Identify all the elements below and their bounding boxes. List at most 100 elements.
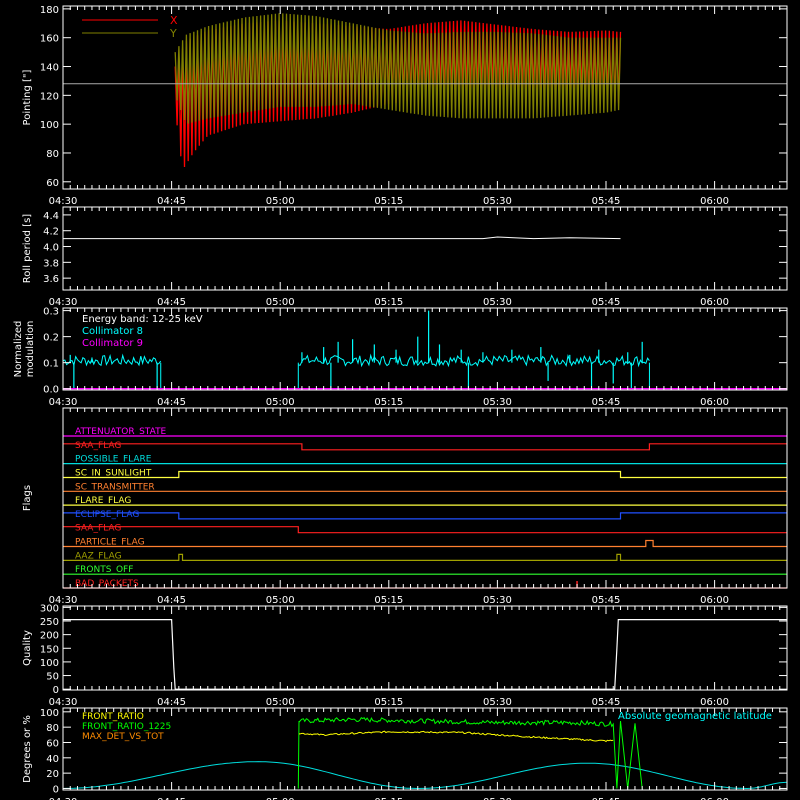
roll-period-axes: 04:30 04:45 05:00 05:15 05:30 05:45 06:003.63.… <box>43 207 788 308</box>
time-tick-label: 05:45 <box>592 595 621 606</box>
y-tick-label: 250 <box>40 617 59 628</box>
time-tick-label: 05:15 <box>374 297 403 308</box>
collimator-8-series <box>62 353 162 367</box>
time-tick-label: 06:00 <box>700 697 729 708</box>
time-tick-label: 06:00 <box>700 397 729 408</box>
time-tick-label: 05:00 <box>266 397 295 408</box>
legend-front-ratio-1225: FRONT_RATIO_1225 <box>82 722 171 732</box>
y-tick-label: 150 <box>40 644 59 655</box>
modulation-panel: 04:30 04:45 05:00 05:15 05:30 05:45 06:00 0.0 0.… <box>13 307 788 408</box>
time-tick-label: 04:45 <box>157 297 186 308</box>
y-tick-label: 80 <box>46 149 59 160</box>
time-tick-label: 05:45 <box>592 196 621 207</box>
modulation-y-label: Normalizedmodulation <box>13 321 36 378</box>
quality-series <box>63 618 787 690</box>
time-tick-label: 05:30 <box>483 595 512 606</box>
y-tick-label: 20 <box>46 769 59 780</box>
flag-label: FLARE_FLAG <box>75 496 131 506</box>
time-tick-label: 05:15 <box>374 595 403 606</box>
flag-label: PARTICLE_FLAG <box>75 538 145 548</box>
y-tick-label: 100 <box>40 120 59 131</box>
y-tick-label: 4.0 <box>43 243 59 254</box>
roll-period-panel: 04:30 04:45 05:00 05:15 05:30 05:45 06:003.63.… <box>22 206 788 308</box>
flag-line <box>63 470 787 479</box>
y-tick-label: 0.2 <box>43 333 59 344</box>
time-tick-label: 04:45 <box>157 397 186 408</box>
flag-label: SC_TRANSMITTER <box>75 482 155 492</box>
roll-period-plot-area <box>63 236 621 240</box>
pointing-panel: 04:30 04:45 05:00 05:15 05:30 05:45 06:00 60 80 1… <box>22 5 788 207</box>
roll-period-y-label: Roll period [s] <box>22 214 33 283</box>
geomagnetic-latitude-annotation: Absolute geomagnetic latitude <box>618 711 772 722</box>
roll-period-frame <box>62 206 788 291</box>
flag-label: SC_IN_SUNLIGHT <box>75 468 152 478</box>
flag-label: FRONTS_OFF <box>75 565 133 575</box>
y-tick-label: 0.3 <box>43 307 59 318</box>
quality-plot-area <box>63 618 787 690</box>
flags-y-label: Flags <box>22 485 33 511</box>
time-tick-label: 05:15 <box>374 196 403 207</box>
flag-line <box>63 553 787 561</box>
time-tick-label: 05:30 <box>483 697 512 708</box>
time-tick-label: 05:00 <box>266 196 295 207</box>
flag-label: ATTENUATOR_STATE <box>75 427 167 437</box>
legend-x-label: X <box>170 14 178 27</box>
y-tick-label: 300 <box>40 603 59 614</box>
flag-line <box>63 512 787 520</box>
y-tick-label: 100 <box>40 658 59 669</box>
time-tick-label: 06:00 <box>700 595 729 606</box>
time-tick-label: 05:00 <box>266 697 295 708</box>
flag-label: SAA_FLAG <box>75 441 121 451</box>
legend-collimator-9: Collimator 9 <box>82 338 143 349</box>
flag-line <box>63 443 787 451</box>
time-tick-label: 06:00 <box>700 196 729 207</box>
flags-plot-area: ATTENUATOR_STATE SAA_FLAG POSSIBLE_FLARE SC… <box>63 427 787 589</box>
flag-label: SAA_FLAG <box>75 524 121 534</box>
time-tick-label: 05:45 <box>592 697 621 708</box>
y-tick-label: 180 <box>40 5 59 16</box>
flag-label: AAZ_FLAG <box>75 551 122 561</box>
legend-max-det-vs-tot: MAX_DET_VS_TOT <box>82 732 164 742</box>
legend-energy-band: Energy band: 12-25 keV <box>82 314 203 325</box>
time-tick-label: 04:45 <box>157 697 186 708</box>
time-tick-label: 05:15 <box>374 397 403 408</box>
y-tick-label: 4.2 <box>43 227 59 238</box>
y-tick-label: 4.4 <box>43 211 59 222</box>
pointing-legend: X Y <box>82 14 178 40</box>
y-tick-label: 3.8 <box>43 258 59 269</box>
y-tick-label: 140 <box>40 63 59 74</box>
legend-front-ratio: FRONT_RATIO <box>82 712 144 722</box>
time-tick-label: 05:45 <box>592 297 621 308</box>
time-tick-label: 04:45 <box>157 595 186 606</box>
time-tick-label: 04:45 <box>157 196 186 207</box>
y-tick-label: 200 <box>40 631 59 642</box>
modulation-legend: Energy band: 12-25 keV Collimator 8 Coll… <box>82 314 203 349</box>
y-tick-label: 0.0 <box>43 385 59 396</box>
y-tick-label: 3.6 <box>43 274 59 285</box>
y-label-line: Normalized <box>13 321 24 378</box>
y-tick-label: 80 <box>46 723 59 734</box>
y-tick-label: 0.1 <box>43 359 59 370</box>
plot-canvas: 04:30 04:45 05:00 05:15 05:30 05:45 06:00 60 80 1… <box>13 5 788 800</box>
quality-panel: 04:30 04:45 05:00 05:15 05:30 05:45 06:00 0 50 10… <box>22 603 788 708</box>
y-tick-label: 160 <box>40 34 59 45</box>
time-tick-label: 05:00 <box>266 297 295 308</box>
quality-y-label: Quality <box>22 630 33 666</box>
flag-line <box>63 539 787 548</box>
time-tick-label: 05:30 <box>483 297 512 308</box>
time-tick-label: 05:45 <box>592 397 621 408</box>
legend-y-label: Y <box>169 27 177 40</box>
y-tick-label: 0 <box>53 685 59 696</box>
y-tick-label: 0 <box>53 784 59 795</box>
flags-axes: 04:30 04:45 05:00 05:15 05:30 05:45 06:00 <box>49 408 788 606</box>
y-tick-label: 60 <box>46 738 59 749</box>
y-tick-label: 40 <box>46 754 59 765</box>
y-label-line: modulation <box>25 321 36 378</box>
ratios-legend: FRONT_RATIO FRONT_RATIO_1225 MAX_DET_VS_… <box>82 711 772 742</box>
ratios-panel: 04:3004:4505:0005:1505:3005:4506:0002040… <box>22 707 788 800</box>
y-tick-label: 100 <box>40 708 59 719</box>
time-tick-label: 05:30 <box>483 196 512 207</box>
time-tick-label: 06:00 <box>700 297 729 308</box>
time-tick-label: 04:30 <box>49 697 78 708</box>
flag-label: ECLIPSE_FLAG <box>75 510 139 520</box>
